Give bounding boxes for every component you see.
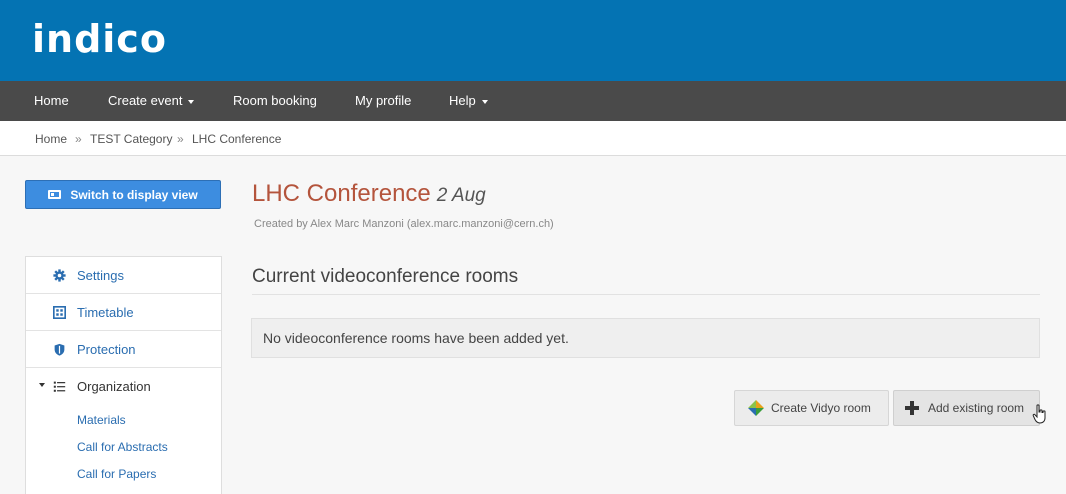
nav-create-event-label: Create event xyxy=(108,93,183,108)
gear-icon xyxy=(53,268,66,282)
switch-display-view-button[interactable]: Switch to display view xyxy=(25,180,221,209)
menu-item-timetable[interactable]: Timetable xyxy=(26,294,221,331)
nav-home[interactable]: Home xyxy=(34,93,69,108)
menu-label-settings: Settings xyxy=(77,267,124,283)
nav-create-event[interactable]: Create event xyxy=(108,93,195,108)
section-title: Current videoconference rooms xyxy=(252,266,519,287)
create-vidyo-room-button[interactable]: Create Vidyo room xyxy=(734,390,889,426)
timetable-icon xyxy=(53,305,66,319)
caret-down-icon xyxy=(39,383,45,387)
nav-help[interactable]: Help xyxy=(449,93,488,108)
submenu-call-for-abstracts[interactable]: Call for Abstracts xyxy=(77,440,168,454)
shield-icon xyxy=(54,343,65,356)
breadcrumb: Home » TEST Category » LHC Conference xyxy=(0,121,1066,156)
nav-home-label: Home xyxy=(34,93,69,108)
nav-room-booking[interactable]: Room booking xyxy=(233,93,317,108)
list-icon xyxy=(53,381,66,392)
indico-logo[interactable]: indico xyxy=(32,12,167,66)
submenu-materials[interactable]: Materials xyxy=(77,413,126,427)
menu-item-settings[interactable]: Settings xyxy=(26,257,221,294)
nav-room-booking-label: Room booking xyxy=(233,93,317,108)
nav-my-profile-label: My profile xyxy=(355,93,412,108)
event-date: 2 Aug xyxy=(436,185,486,206)
main-content: Switch to display view Settings Timetabl… xyxy=(0,156,1066,494)
breadcrumb-separator: » xyxy=(75,132,82,146)
breadcrumb-home[interactable]: Home xyxy=(35,132,67,146)
menu-label-organization: Organization xyxy=(77,379,151,394)
empty-rooms-message: No videoconference rooms have been added… xyxy=(263,330,569,346)
empty-rooms-notice: No videoconference rooms have been added… xyxy=(251,318,1040,358)
event-created-by: Created by Alex Marc Manzoni (alex.marc.… xyxy=(254,218,554,230)
breadcrumb-event[interactable]: LHC Conference xyxy=(192,132,281,146)
main-nav: Home Create event Room booking My profil… xyxy=(0,81,1066,121)
switch-display-view-label: Switch to display view xyxy=(70,187,198,202)
caret-down-icon xyxy=(481,99,488,104)
event-title-text: LHC Conference xyxy=(252,180,431,207)
caret-down-icon xyxy=(188,99,195,104)
breadcrumb-category[interactable]: TEST Category xyxy=(90,132,172,146)
app-header: indico xyxy=(0,0,1066,81)
add-existing-room-label: Add existing room xyxy=(928,401,1025,415)
hand-cursor-icon xyxy=(1032,404,1046,424)
nav-my-profile[interactable]: My profile xyxy=(355,93,411,108)
add-existing-room-button[interactable]: Add existing room xyxy=(893,390,1040,426)
event-title: LHC Conference 2 Aug xyxy=(252,180,486,208)
submenu-call-for-papers[interactable]: Call for Papers xyxy=(77,467,156,481)
menu-label-protection: Protection xyxy=(77,341,136,357)
section-divider xyxy=(252,294,1040,295)
menu-label-timetable: Timetable xyxy=(77,304,134,320)
display-icon xyxy=(48,190,62,199)
nav-help-label: Help xyxy=(449,93,476,108)
menu-item-protection[interactable]: Protection xyxy=(26,331,221,368)
plus-icon xyxy=(905,401,919,415)
create-vidyo-room-label: Create Vidyo room xyxy=(771,401,871,415)
logo-text: indico xyxy=(32,17,167,61)
event-management-menu: Settings Timetable Protection Organizati… xyxy=(25,256,222,494)
vidyo-icon xyxy=(748,400,764,416)
menu-item-organization[interactable]: Organization xyxy=(26,368,221,405)
breadcrumb-separator: » xyxy=(177,132,184,146)
